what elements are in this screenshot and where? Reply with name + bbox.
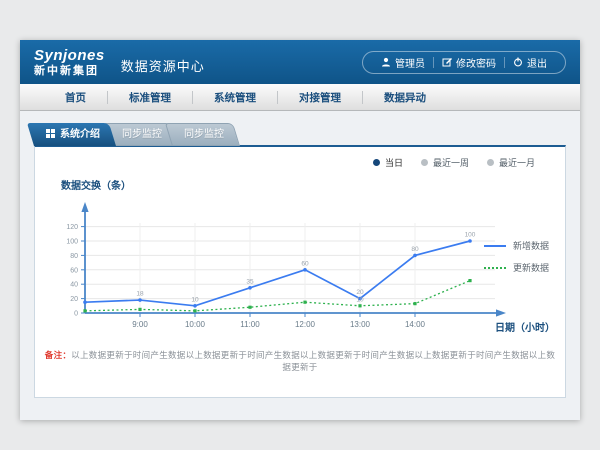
svg-text:10:00: 10:00 — [185, 320, 206, 329]
svg-text:13:00: 13:00 — [350, 320, 371, 329]
grid-icon — [46, 124, 55, 147]
chart-legend: 新增数据 更新数据 — [484, 239, 549, 283]
user-account[interactable]: 管理员 — [373, 55, 433, 70]
main-nav: 首页 标准管理 系统管理 对接管理 数据异动 — [20, 84, 580, 111]
user-toolbar: 管理员 修改密码 退出 — [362, 51, 566, 74]
time-range-selector: 当日 最近一周 最近一月 — [373, 156, 535, 169]
nav-item-standard-management[interactable]: 标准管理 — [108, 90, 192, 105]
radio-last-month[interactable]: 最近一月 — [487, 156, 535, 169]
svg-text:9:00: 9:00 — [132, 320, 148, 329]
nav-item-interface-management[interactable]: 对接管理 — [278, 90, 362, 105]
logout-button[interactable]: 退出 — [505, 55, 555, 70]
svg-text:100: 100 — [465, 232, 476, 239]
tab-label: 系统介绍 — [60, 129, 100, 140]
edit-icon — [442, 57, 452, 67]
nav-item-data-change[interactable]: 数据异动 — [363, 90, 447, 105]
content-area: 系统介绍 同步监控 同步监控 当日 最近一周 — [20, 111, 580, 420]
radio-dot-icon — [487, 159, 494, 166]
svg-text:20: 20 — [356, 289, 364, 296]
svg-text:35: 35 — [246, 278, 254, 285]
power-icon — [513, 57, 523, 67]
legend-label: 新增数据 — [513, 239, 549, 252]
legend-item-new-data[interactable]: 新增数据 — [484, 239, 549, 252]
dotted-line-swatch-icon — [484, 267, 506, 269]
change-password-button[interactable]: 修改密码 — [434, 55, 504, 70]
radio-dot-icon — [373, 159, 380, 166]
svg-text:11:00: 11:00 — [240, 320, 260, 329]
tab-sync-monitor-2[interactable]: 同步监控 — [172, 123, 240, 146]
svg-text:40: 40 — [70, 282, 78, 289]
line-chart: 0 20 40 60 80 100 120 9:00 10:00 11:00 12:00 13:00 1… — [55, 193, 510, 343]
y-axis-title: 数据交换（条） — [61, 177, 131, 192]
user-name-label: 管理员 — [395, 55, 425, 70]
svg-text:12:00: 12:00 — [295, 320, 316, 329]
footnote-text: 以上数据更新于时间产生数据以上数据更新于时间产生数据以上数据更新于时间产生数据以… — [71, 350, 555, 372]
tab-label: 同步监控 — [122, 129, 162, 140]
company-logo: Synjones 新中新集团 — [34, 48, 105, 77]
svg-text:60: 60 — [70, 267, 78, 274]
solid-line-swatch-icon — [484, 245, 506, 247]
svg-text:18: 18 — [136, 291, 144, 298]
logo-text-cn: 新中新集团 — [34, 66, 105, 77]
footnote-prefix: 备注： — [45, 350, 71, 360]
app-window: Synjones 新中新集团 数据资源中心 管理员 修改密码 — [20, 40, 580, 420]
radio-label: 最近一周 — [433, 156, 469, 169]
svg-text:80: 80 — [70, 253, 78, 260]
radio-last-week[interactable]: 最近一周 — [421, 156, 469, 169]
app-header: Synjones 新中新集团 数据资源中心 管理员 修改密码 — [20, 40, 580, 84]
radio-label: 最近一月 — [499, 156, 535, 169]
user-icon — [381, 57, 391, 67]
svg-text:10: 10 — [356, 296, 364, 303]
change-password-label: 修改密码 — [456, 55, 496, 70]
nav-item-system-management[interactable]: 系统管理 — [193, 90, 277, 105]
logo-text-en: Synjones — [34, 48, 105, 63]
nav-item-home[interactable]: 首页 — [44, 90, 107, 105]
tab-bar: 系统介绍 同步监控 同步监控 — [34, 123, 234, 146]
svg-text:80: 80 — [411, 246, 419, 253]
svg-text:14:00: 14:00 — [405, 320, 426, 329]
chart-panel: 当日 最近一周 最近一月 数据交换（条） 0 20 40 60 80 100 120 9:00… — [34, 145, 566, 398]
svg-text:60: 60 — [301, 260, 309, 267]
svg-text:120: 120 — [66, 224, 78, 231]
tab-label: 同步监控 — [184, 129, 224, 140]
tab-system-intro[interactable]: 系统介绍 — [34, 123, 116, 146]
radio-dot-icon — [421, 159, 428, 166]
radio-label: 当日 — [385, 156, 403, 169]
x-axis-title: 日期（小时） — [495, 319, 555, 334]
page-title: 数据资源中心 — [121, 56, 205, 75]
svg-text:0: 0 — [74, 311, 78, 318]
svg-text:100: 100 — [66, 239, 78, 246]
svg-text:20: 20 — [70, 296, 78, 303]
logout-label: 退出 — [527, 55, 547, 70]
legend-item-update-data[interactable]: 更新数据 — [484, 261, 549, 274]
legend-label: 更新数据 — [513, 261, 549, 274]
footnote: 备注：以上数据更新于时间产生数据以上数据更新于时间产生数据以上数据更新于时间产生… — [43, 349, 557, 373]
radio-today[interactable]: 当日 — [373, 156, 403, 169]
svg-text:10: 10 — [191, 296, 199, 303]
